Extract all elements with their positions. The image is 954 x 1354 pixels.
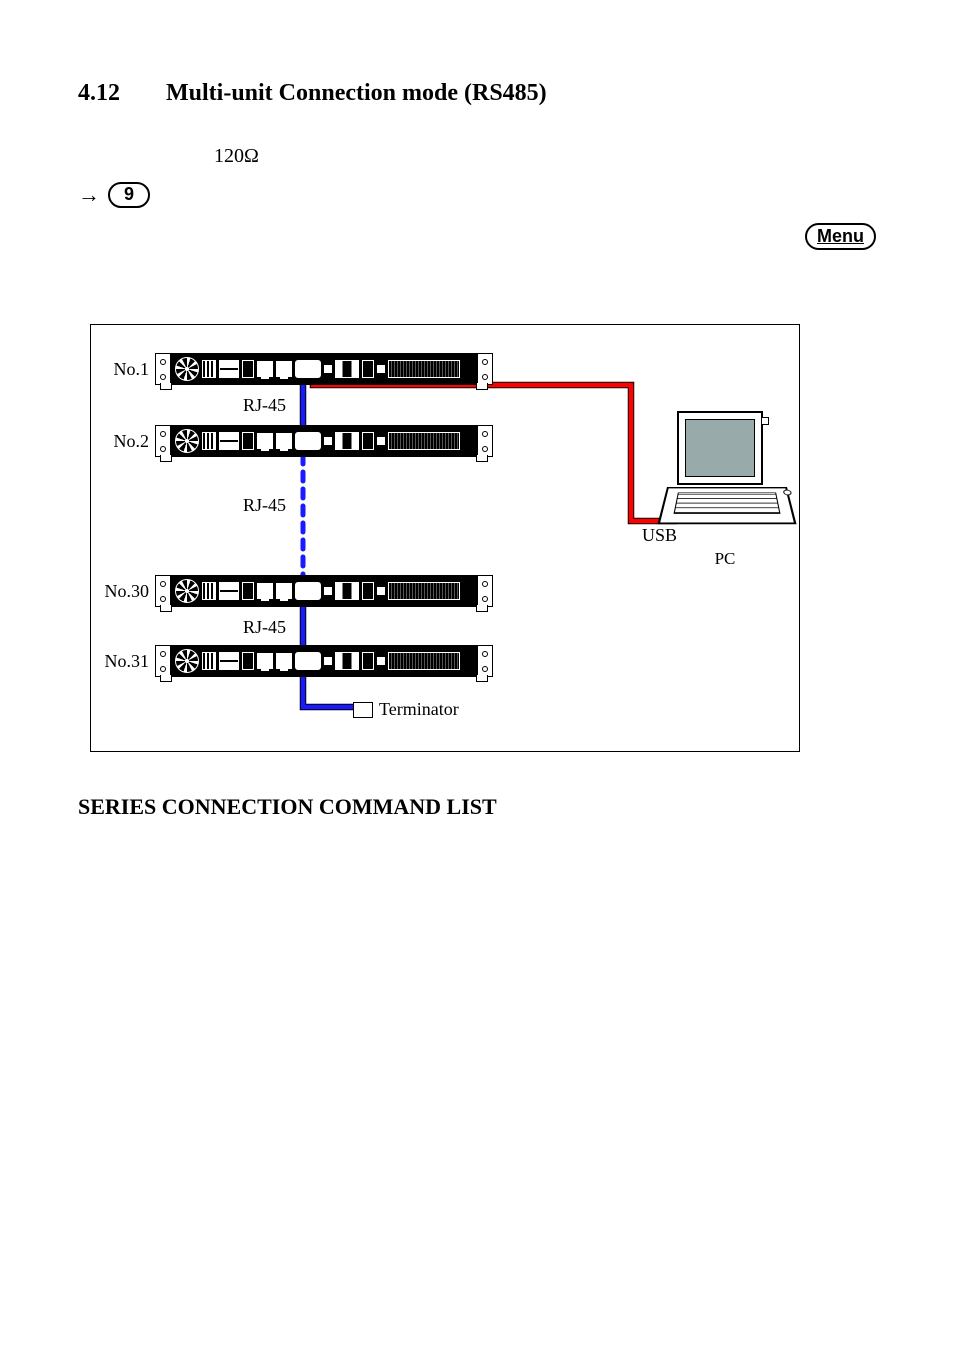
rj45-label: RJ-45	[243, 617, 286, 638]
unit-30: No.30	[103, 575, 493, 607]
rj45-label: RJ-45	[243, 495, 286, 516]
terminator-icon	[353, 702, 373, 718]
device-rear-panel	[155, 353, 493, 385]
terminator-label: Terminator	[379, 699, 459, 720]
rj45-label: RJ-45	[243, 395, 286, 416]
section-title: Multi-unit Connection mode (RS485)	[166, 80, 547, 107]
series-command-list-heading: SERIES CONNECTION COMMAND LIST	[78, 794, 876, 820]
connection-diagram: No.1 RJ-45 No.2	[90, 324, 800, 752]
section-heading: 4.12 Multi-unit Connection mode (RS485)	[78, 80, 876, 107]
unit-label: No.2	[103, 431, 149, 452]
pc-label: PC	[667, 549, 783, 569]
arrow-icon: →	[78, 182, 100, 208]
unit-label: No.30	[103, 581, 149, 602]
device-rear-panel	[155, 575, 493, 607]
resistor-value: 120Ω	[214, 145, 876, 168]
terminator: Terminator	[353, 699, 459, 720]
menu-button[interactable]: Menu	[805, 223, 876, 250]
step-9-button[interactable]: 9	[108, 182, 150, 208]
unit-1: No.1	[103, 353, 493, 385]
device-rear-panel	[155, 645, 493, 677]
unit-31: No.31	[103, 645, 493, 677]
pc-laptop-icon: PC	[667, 411, 783, 571]
unit-label: No.1	[103, 359, 149, 380]
device-rear-panel	[155, 425, 493, 457]
unit-2: No.2	[103, 425, 493, 457]
section-number: 4.12	[78, 80, 166, 107]
unit-label: No.31	[103, 651, 149, 672]
